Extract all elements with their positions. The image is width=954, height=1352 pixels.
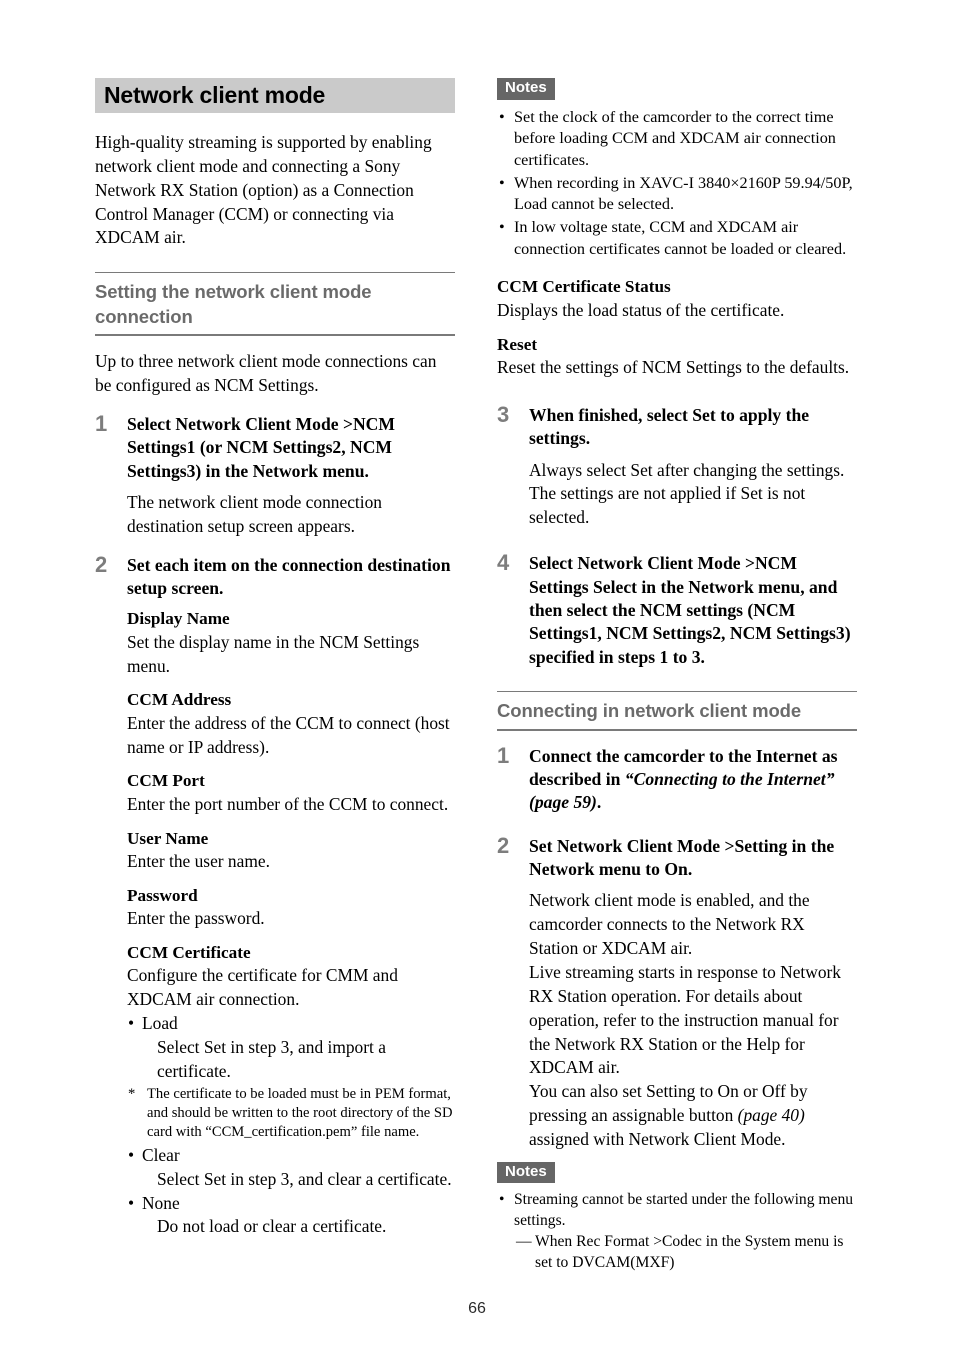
setting-item-user-name: User Name Enter the user name. [127, 828, 455, 874]
option-label: Load [142, 1013, 178, 1034]
step-number: 1 [95, 410, 108, 436]
setting-item-ccm-address: CCM Address Enter the address of the CCM… [127, 689, 455, 759]
setting-term: Password [127, 885, 198, 905]
setting-item-ccm-certificate-status: CCM Certificate Status Displays the load… [497, 276, 857, 322]
list-item: • Streaming cannot be started under the … [497, 1190, 857, 1274]
step-4: 4 Select Network Client Mode >NCM Settin… [497, 550, 857, 669]
notes-badge: Notes [497, 1161, 555, 1184]
setting-item-display-name: Display Name Set the display name in the… [127, 608, 455, 678]
bullet-icon: • [499, 173, 505, 192]
list-item: • When recording in XAVC-I 3840×2160P 59… [497, 173, 857, 216]
list-item-none: • None Do not load or clear a certificat… [127, 1192, 455, 1240]
step-title-suffix: . [596, 792, 602, 813]
notes-block-bottom: Notes • Streaming cannot be started unde… [497, 1161, 857, 1274]
page-title: Network client mode [104, 82, 326, 108]
intro-paragraph: High-quality streaming is supported by e… [95, 132, 432, 248]
step-title: Set Network Client Mode >Setting in the … [529, 835, 835, 880]
section-heading-connecting: Connecting in network client mode [497, 691, 857, 731]
list-item: • In low voltage state, CCM and XDCAM ai… [497, 217, 857, 260]
bullet-icon: • [499, 218, 505, 237]
option-detail: Do not load or clear a certificate. [157, 1216, 387, 1237]
cross-reference: (page 40) [737, 1105, 805, 1126]
setting-term: CCM Certificate [127, 943, 251, 963]
step-body-suffix: assigned with Network Client Mode. [529, 1128, 786, 1149]
setting-item-ccm-certificate: CCM Certificate Configure the certificat… [127, 942, 455, 1239]
note-sub-item: — When Rec Format >Codec in the System m… [516, 1232, 857, 1274]
option-detail: Select Set in step 3, and clear a certif… [157, 1168, 452, 1189]
note-text: When recording in XAVC-I 3840×2160P 59.9… [514, 173, 853, 214]
note-text: Streaming cannot be started under the fo… [514, 1191, 854, 1230]
bullet-icon: • [128, 1013, 135, 1034]
asterisk-icon: * [128, 1085, 136, 1102]
setting-term: CCM Certificate Status [497, 277, 671, 297]
dash-icon: — [516, 1233, 532, 1251]
right-column: Notes • Set the clock of the camcorder t… [497, 78, 857, 1290]
step-number: 4 [497, 550, 510, 576]
setting-description: Enter the address of the CCM to connect … [127, 712, 450, 757]
list-item-load: • Load Select Set in step 3, and import … [127, 1012, 455, 1084]
setting-term: CCM Address [127, 690, 232, 710]
setting-term: Display Name [127, 609, 230, 629]
setting-description: Enter the port number of the CCM to conn… [127, 793, 449, 814]
setting-item-ccm-port: CCM Port Enter the port number of the CC… [127, 770, 455, 816]
footnote-text: The certificate to be loaded must be in … [147, 1085, 453, 1141]
document-page: Network client mode High-quality streami… [0, 0, 954, 1352]
connecting-step-2: 2 Set Network Client Mode >Setting in th… [497, 832, 857, 1152]
option-label: None [142, 1192, 180, 1213]
step-body-2: Live streaming starts in response to Net… [529, 961, 841, 1078]
step-number: 3 [497, 401, 510, 427]
step-title: Connect the camcorder to the Internet as… [529, 745, 857, 815]
setting-description: Enter the password. [127, 908, 265, 929]
note-text: In low voltage state, CCM and XDCAM air … [514, 218, 847, 258]
step-body-1: Network client mode is enabled, and the … [529, 890, 810, 959]
step-2: 2 Set each item on the connection destin… [95, 551, 455, 1240]
step-1: 1 Select Network Client Mode >NCM Settin… [95, 410, 455, 539]
option-detail: Select Set in step 3, and import a certi… [157, 1036, 386, 1081]
section-intro-paragraph: Up to three network client mode connecti… [95, 351, 437, 395]
setting-term: CCM Port [127, 771, 205, 791]
list-item: • Set the clock of the camcorder to the … [497, 107, 857, 172]
notes-badge: Notes [497, 78, 555, 100]
setting-description: Configure the certificate for CMM and XD… [127, 965, 398, 1010]
bullet-icon: • [128, 1192, 135, 1213]
setting-term: Reset [497, 334, 538, 354]
setting-item-password: Password Enter the password. [127, 885, 455, 931]
certificate-footnote: * The certificate to be loaded must be i… [127, 1085, 455, 1143]
option-label: Clear [142, 1144, 180, 1165]
setting-item-reset: Reset Reset the settings of NCM Settings… [497, 334, 857, 380]
bullet-icon: • [499, 1191, 505, 1209]
step-3: 3 When finished, select Set to apply the… [497, 401, 857, 530]
step-body: Always select Set after changing the set… [529, 459, 845, 528]
certificate-option-list: • Load Select Set in step 3, and import … [127, 1012, 455, 1084]
note-text: Set the clock of the camcorder to the co… [514, 107, 836, 169]
left-column: Network client mode High-quality streami… [95, 78, 455, 1250]
step-body-3: You can also set Setting to On or Off by… [529, 1080, 857, 1152]
section-heading-setting-connection: Setting the network client mode connecti… [95, 272, 455, 337]
notes-block-top: Notes • Set the clock of the camcorder t… [497, 78, 857, 260]
step-title: When finished, select Set to apply the s… [529, 404, 810, 449]
step-body: The network client mode connection desti… [127, 491, 382, 536]
step-number: 2 [497, 832, 510, 858]
setting-description: Reset the settings of NCM Settings to th… [497, 356, 850, 377]
step-title: Select Network Client Mode >NCM Settings… [127, 413, 395, 481]
setting-term: User Name [127, 828, 209, 848]
setting-description: Displays the load status of the certific… [497, 299, 785, 320]
notes-list: • Set the clock of the camcorder to the … [497, 107, 857, 261]
certificate-option-list-2: • Clear Select Set in step 3, and clear … [127, 1144, 455, 1239]
note-sub-text: When Rec Format >Codec in the System men… [535, 1233, 844, 1271]
connecting-step-1: 1 Connect the camcorder to the Internet … [497, 742, 857, 815]
bullet-icon: • [128, 1144, 135, 1165]
setting-description: Enter the user name. [127, 851, 270, 872]
page-number: 66 [468, 1300, 486, 1317]
setting-description: Set the display name in the NCM Settings… [127, 631, 420, 676]
bullet-icon: • [499, 107, 505, 126]
step-number: 1 [497, 742, 510, 768]
step-title: Select Network Client Mode >NCM Settings… [529, 553, 851, 667]
step-title: Set each item on the connection destinat… [127, 554, 451, 598]
notes-list: • Streaming cannot be started under the … [497, 1190, 857, 1274]
list-item-clear: • Clear Select Set in step 3, and clear … [127, 1144, 455, 1192]
step-number: 2 [95, 551, 108, 577]
chapter-title-bar: Network client mode [95, 78, 455, 113]
